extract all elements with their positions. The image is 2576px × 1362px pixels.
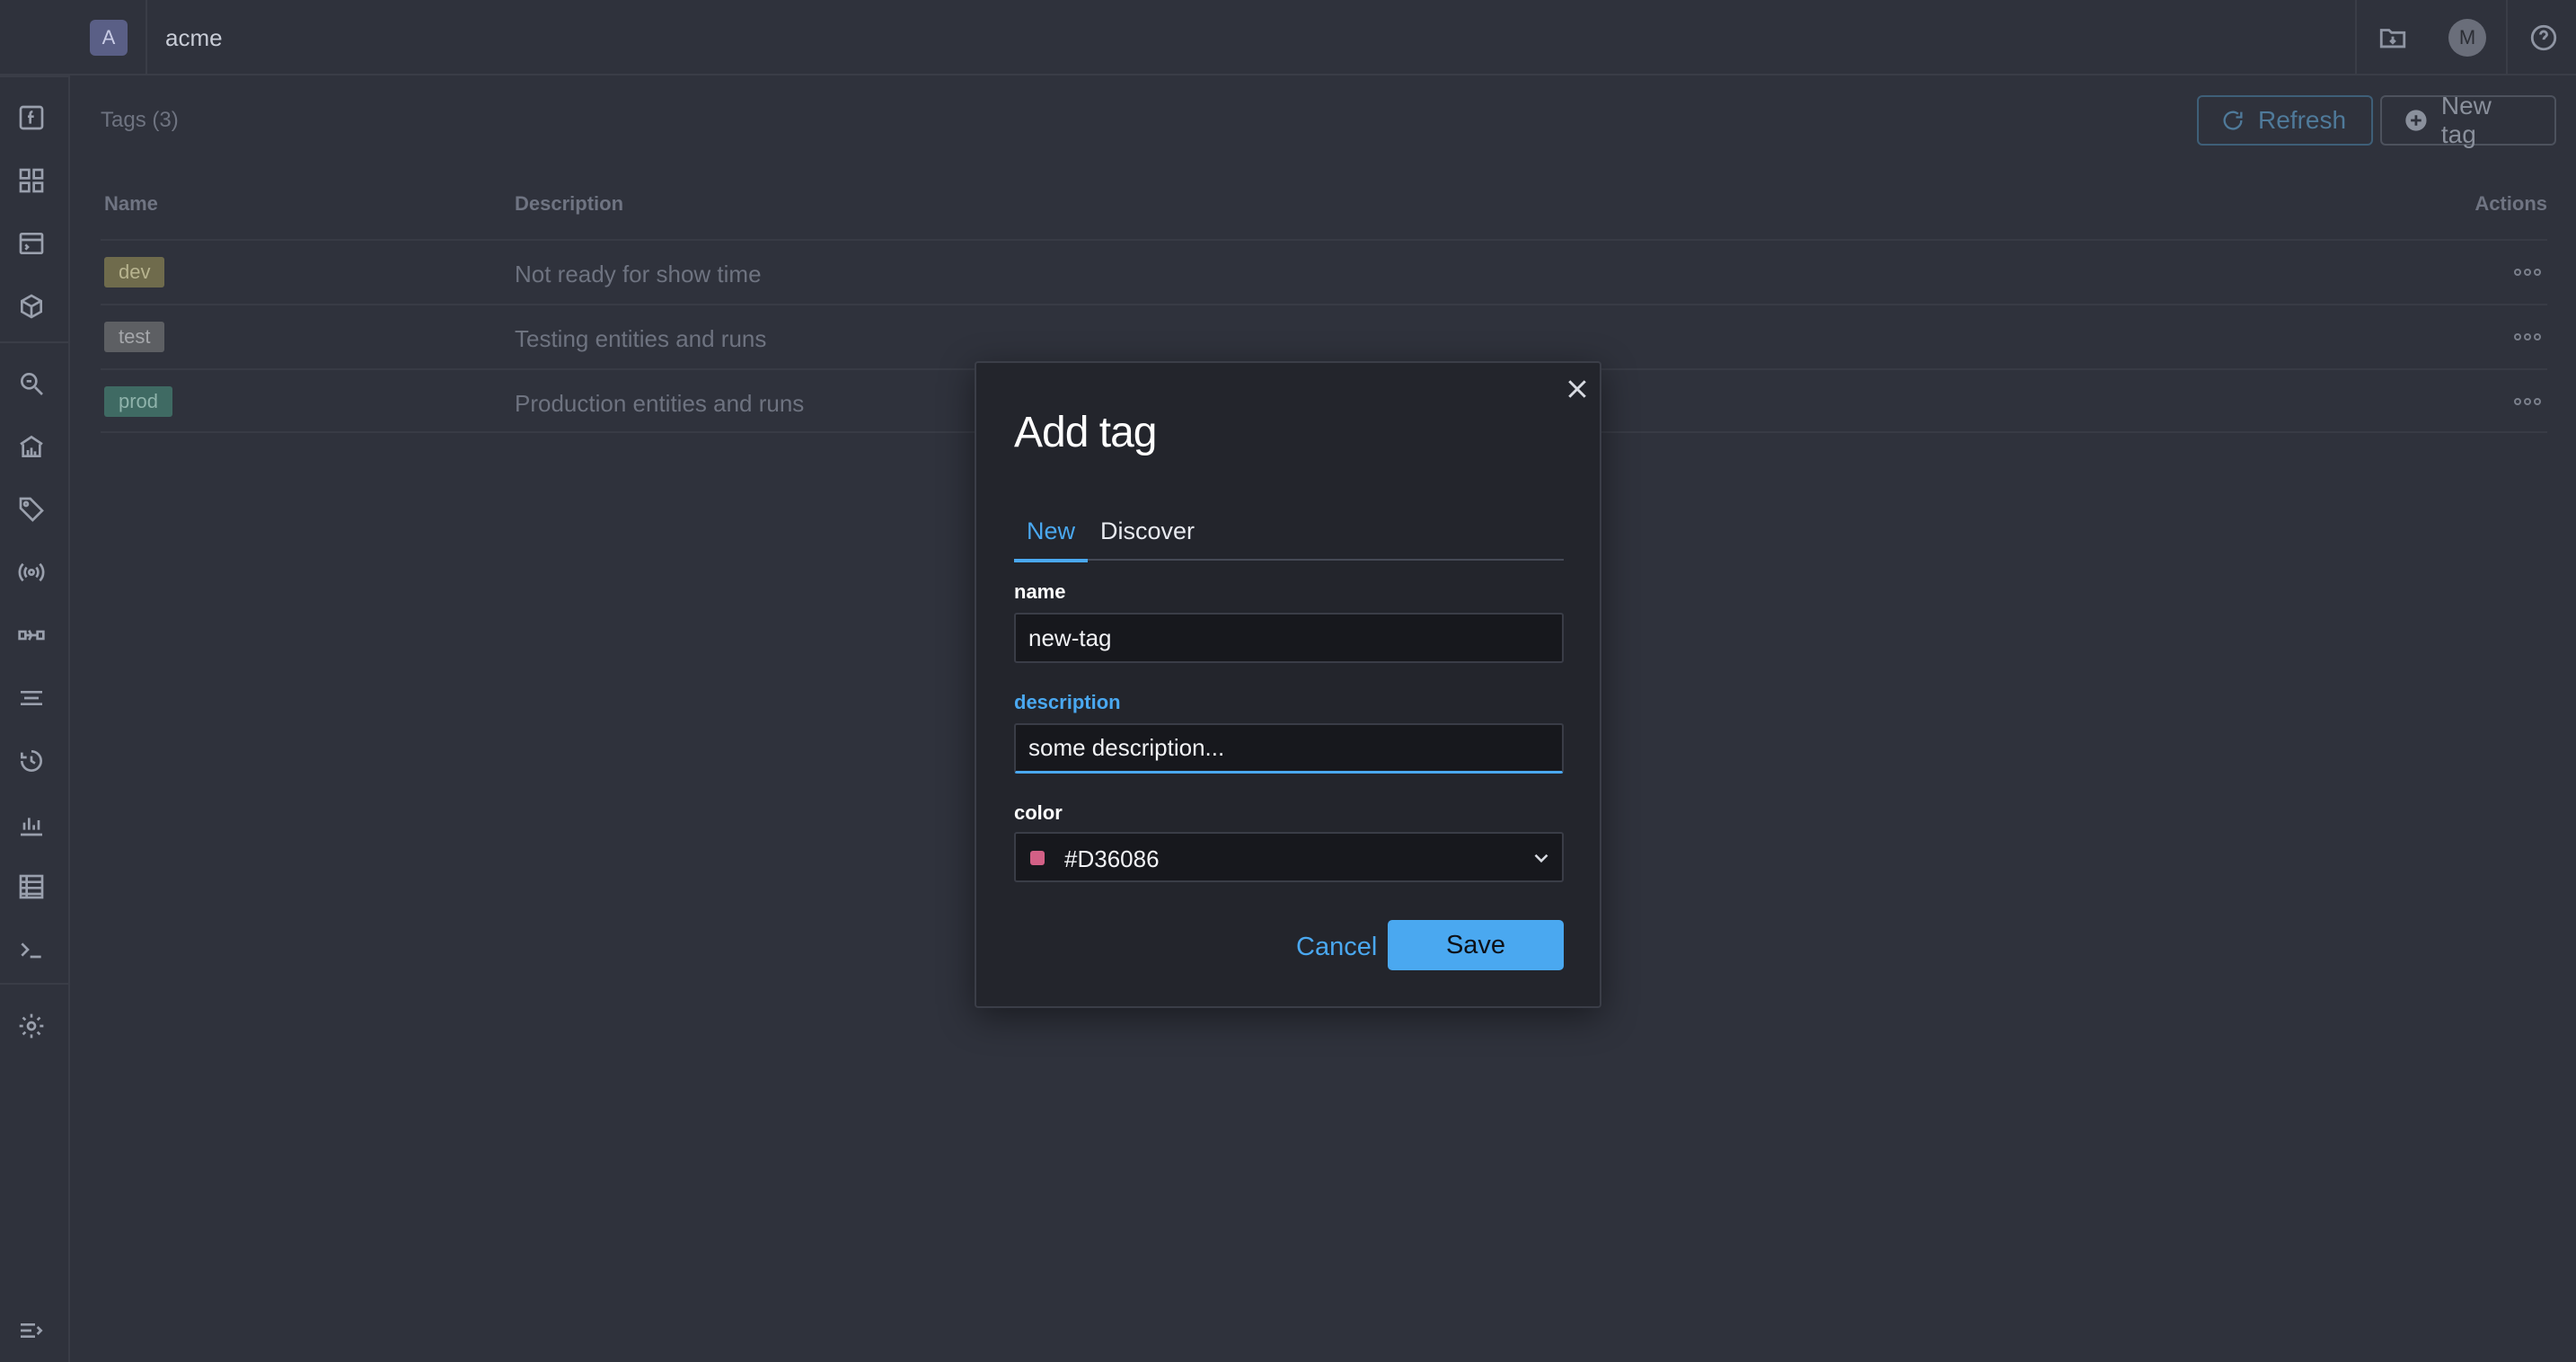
tag-chip: prod bbox=[104, 386, 173, 417]
save-button[interactable]: Save bbox=[1388, 920, 1564, 970]
settings-gear-icon[interactable] bbox=[15, 1010, 48, 1042]
tag-chip: test bbox=[104, 322, 165, 352]
console-prompt-icon[interactable] bbox=[15, 933, 48, 966]
tag-icon[interactable] bbox=[15, 493, 48, 526]
column-header-description[interactable]: Description bbox=[515, 192, 623, 216]
name-field[interactable] bbox=[1014, 613, 1564, 663]
refresh-button[interactable]: Refresh bbox=[2197, 95, 2373, 146]
user-avatar[interactable]: M bbox=[2448, 19, 2486, 57]
close-icon[interactable] bbox=[1564, 376, 1591, 402]
history-clock-icon[interactable] bbox=[15, 745, 48, 777]
top-bar: A acme M bbox=[0, 0, 2576, 75]
row-description: Testing entities and runs bbox=[515, 325, 767, 352]
topbar-divider bbox=[146, 0, 147, 75]
broadcast-icon[interactable] bbox=[15, 556, 48, 588]
bar-chart-icon[interactable] bbox=[15, 808, 48, 840]
topbar-divider bbox=[2355, 0, 2357, 75]
function-icon[interactable] bbox=[15, 102, 48, 134]
more-actions-icon[interactable] bbox=[2511, 259, 2544, 286]
topbar-divider bbox=[2506, 0, 2508, 75]
sidebar-divider bbox=[0, 341, 68, 343]
refresh-icon bbox=[2223, 111, 2243, 130]
new-tag-label: New tag bbox=[2440, 92, 2492, 148]
help-icon[interactable] bbox=[2526, 20, 2562, 56]
tag-chip: dev bbox=[104, 257, 165, 287]
cancel-button[interactable]: Cancel bbox=[1287, 922, 1386, 972]
name-label: name bbox=[1014, 580, 1066, 603]
terminal-window-icon[interactable] bbox=[15, 227, 48, 260]
folder-icon[interactable] bbox=[2375, 20, 2411, 56]
filter-lines-icon[interactable] bbox=[15, 682, 48, 714]
modal-tabs: New Discover bbox=[1014, 514, 1564, 562]
chevron-down-icon bbox=[1530, 846, 1553, 870]
color-select[interactable]: #D36086 bbox=[1014, 832, 1564, 882]
more-actions-icon[interactable] bbox=[2511, 323, 2544, 350]
row-description: Production entities and runs bbox=[515, 390, 805, 417]
workspace-badge[interactable]: A bbox=[90, 20, 128, 56]
collapse-menu-icon[interactable] bbox=[15, 1314, 48, 1347]
color-label: color bbox=[1014, 801, 1063, 824]
pipeline-icon[interactable] bbox=[15, 619, 48, 651]
search-zoom-icon[interactable] bbox=[15, 367, 48, 400]
description-field[interactable] bbox=[1014, 723, 1564, 774]
tab-new[interactable]: New bbox=[1014, 517, 1089, 562]
tab-discover[interactable]: Discover bbox=[1088, 517, 1207, 561]
page-title: Tags (3) bbox=[101, 108, 179, 132]
sidebar bbox=[0, 0, 70, 1362]
table-icon[interactable] bbox=[15, 871, 48, 903]
table-row[interactable]: test Testing entities and runs bbox=[101, 304, 2547, 368]
row-description: Not ready for show time bbox=[515, 261, 762, 287]
sidebar-divider bbox=[0, 983, 68, 985]
color-swatch bbox=[1030, 851, 1045, 865]
more-actions-icon[interactable] bbox=[2511, 388, 2544, 415]
add-tag-modal: Add tag New Discover name description co… bbox=[975, 361, 1601, 1008]
table-row[interactable]: dev Not ready for show time bbox=[101, 239, 2547, 304]
house-chart-icon[interactable] bbox=[15, 430, 48, 463]
sidebar-divider bbox=[0, 75, 68, 77]
refresh-label: Refresh bbox=[2258, 106, 2347, 134]
column-header-actions: Actions bbox=[2475, 192, 2547, 215]
cube-icon[interactable] bbox=[15, 290, 48, 323]
workspace-name[interactable]: acme bbox=[165, 24, 223, 52]
color-value: #D36086 bbox=[1064, 845, 1160, 872]
description-label: description bbox=[1014, 691, 1121, 713]
column-header-name[interactable]: Name bbox=[104, 192, 158, 216]
add-circle-icon bbox=[2405, 110, 2427, 131]
dashboard-grid-icon[interactable] bbox=[15, 164, 48, 197]
new-tag-button[interactable]: New tag bbox=[2380, 92, 2556, 148]
modal-title: Add tag bbox=[1014, 409, 1157, 456]
